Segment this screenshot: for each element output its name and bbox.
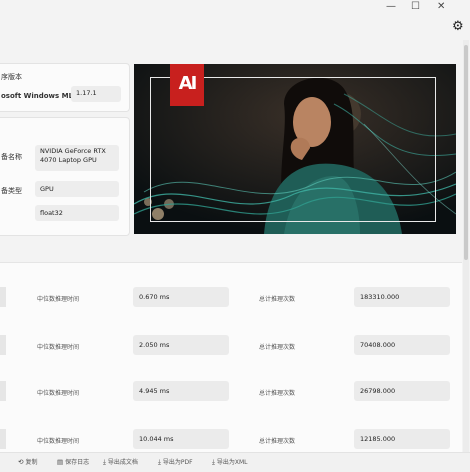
export-doc-button[interactable]: ⤓ 导出成文档 [103, 457, 138, 467]
close-button[interactable]: ✕ [437, 1, 445, 13]
export-pdf-button[interactable]: ⤓ 导出为PDF [158, 457, 193, 467]
median-time-value: 4.945 ms [133, 381, 229, 401]
version-section-label: 序版本 [1, 73, 22, 81]
save-log-label: 保存日志 [65, 459, 90, 466]
total-count-value: 183310.000 [354, 287, 450, 307]
export-pdf-label: 导出为PDF [162, 459, 193, 466]
download-icon: ⤓ [158, 458, 161, 466]
title-bar: — ☐ ✕ [0, 0, 470, 16]
download-icon: ⤓ [212, 458, 215, 466]
export-xml-label: 导出为XML [216, 459, 248, 466]
ai-logo-text: AI [178, 73, 198, 94]
maximize-button[interactable]: ☐ [411, 1, 420, 13]
download-icon: ⤓ [103, 458, 106, 466]
result-cell-edge [0, 335, 6, 355]
runtime-version-card: 序版本 osoft Windows ML 版本 1.17.1 [0, 63, 130, 112]
export-xml-button[interactable]: ⤓ 导出为XML [212, 457, 248, 467]
device-info-card: 备名称 NVIDIA GeForce RTX 4070 Laptop GPU 备… [0, 117, 130, 236]
bottom-toolbar: ⟲ 复制 ▤ 保存日志 ⤓ 导出成文档 ⤓ 导出为PDF ⤓ 导出为XML [0, 452, 470, 472]
result-cell-edge [0, 287, 6, 307]
median-time-label: 中位数推理时间 [37, 296, 80, 303]
save-log-button[interactable]: ▤ 保存日志 [57, 457, 89, 466]
runtime-version-value: 1.17.1 [71, 86, 121, 102]
total-count-label: 总计推理次数 [259, 438, 296, 445]
median-time-value: 10.044 ms [133, 429, 229, 449]
median-time-label: 中位数推理时间 [37, 344, 80, 351]
median-time-value: 2.050 ms [133, 335, 229, 355]
device-type-value: GPU [35, 181, 119, 197]
minimize-button[interactable]: — [386, 1, 396, 13]
gear-icon[interactable]: ⚙ [452, 19, 464, 34]
copy-button[interactable]: ⟲ 复制 [18, 457, 37, 466]
hero-image: AI [134, 64, 456, 234]
copy-icon: ⟲ [18, 458, 24, 466]
median-time-value: 0.670 ms [133, 287, 229, 307]
benchmark-results: 中位数推理时间 0.670 ms 总计推理次数 183310.000 中位数推理… [0, 262, 462, 458]
result-cell-edge [0, 429, 6, 449]
total-count-label: 总计推理次数 [259, 344, 296, 351]
copy-label: 复制 [25, 459, 38, 466]
total-count-value: 26798.000 [354, 381, 450, 401]
median-time-label: 中位数推理时间 [37, 438, 80, 445]
export-doc-label: 导出成文档 [107, 459, 138, 466]
vertical-scrollbar[interactable] [463, 40, 469, 452]
result-cell-edge [0, 381, 6, 401]
median-time-label: 中位数推理时间 [37, 390, 80, 397]
total-count-value: 12185.000 [354, 429, 450, 449]
total-count-label: 总计推理次数 [259, 390, 296, 397]
ai-logo: AI [170, 64, 204, 106]
total-count-value: 70408.000 [354, 335, 450, 355]
precision-value: float32 [35, 205, 119, 221]
device-type-label: 备类型 [1, 187, 22, 195]
device-name-value: NVIDIA GeForce RTX 4070 Laptop GPU [35, 145, 119, 171]
total-count-label: 总计推理次数 [259, 296, 296, 303]
device-name-label: 备名称 [1, 153, 22, 161]
scrollbar-thumb[interactable] [464, 45, 468, 260]
log-icon: ▤ [57, 458, 64, 466]
